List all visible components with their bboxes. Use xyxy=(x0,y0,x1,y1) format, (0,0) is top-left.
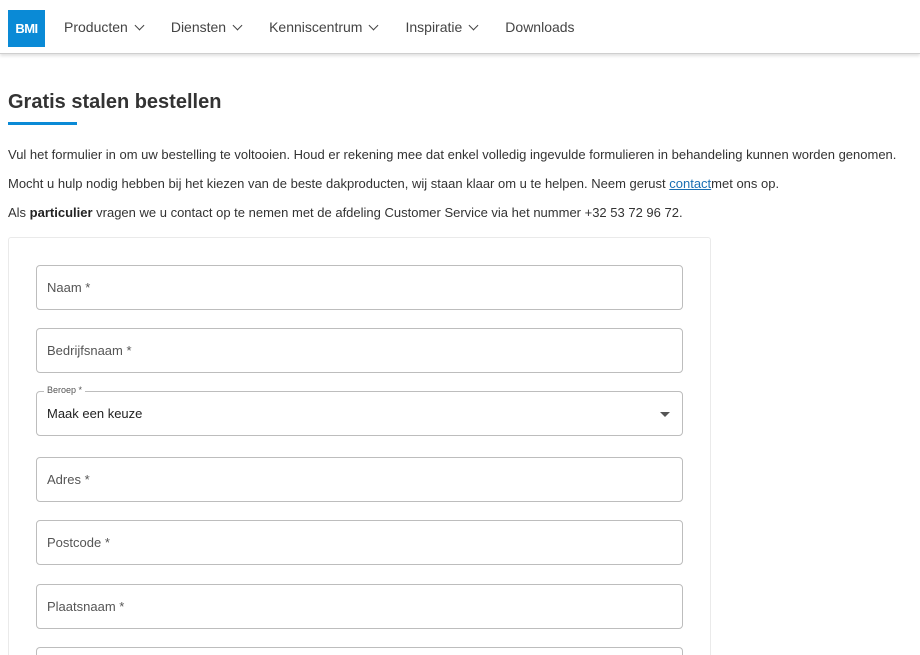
particulier-bold: particulier xyxy=(29,205,93,220)
bedrijfsnaam-input[interactable] xyxy=(37,329,682,372)
chevron-down-icon xyxy=(232,20,243,30)
nav-item-inspiratie[interactable]: Inspiratie xyxy=(405,19,479,35)
intro-paragraph-2: Mocht u hulp nodig hebben bij het kiezen… xyxy=(8,176,779,191)
beroep-select[interactable]: Beroep * Maak een keuze xyxy=(36,385,683,436)
naam-field[interactable] xyxy=(36,265,683,310)
postcode-field[interactable] xyxy=(36,520,683,565)
postcode-input[interactable] xyxy=(37,521,682,564)
nav-item-kenniscentrum[interactable]: Kenniscentrum xyxy=(269,19,379,35)
intro-paragraph-3: Als particulier vragen we u contact op t… xyxy=(8,205,683,220)
main-menu: Producten Diensten Kenniscentrum Inspira… xyxy=(64,0,603,54)
nav-item-label: Downloads xyxy=(505,19,575,35)
adres-field[interactable] xyxy=(36,457,683,502)
beroep-label: Beroep * xyxy=(44,385,86,395)
intro-paragraph-1: Vul het formulier in om uw bestelling te… xyxy=(8,147,897,162)
nav-item-diensten[interactable]: Diensten xyxy=(170,19,243,35)
bmi-logo[interactable]: BMI xyxy=(8,10,45,47)
intro-text: Mocht u hulp nodig hebben bij het kiezen… xyxy=(8,176,670,191)
nav-item-downloads[interactable]: Downloads xyxy=(505,19,574,35)
nav-item-label: Diensten xyxy=(170,19,227,35)
plaatsnaam-input[interactable] xyxy=(37,585,682,628)
chevron-down-icon xyxy=(134,20,145,30)
contact-link[interactable]: contact xyxy=(669,176,711,191)
intro-text: vragen we u contact op te nemen met de a… xyxy=(92,205,683,220)
intro-text: Als xyxy=(8,205,30,220)
chevron-down-icon xyxy=(468,20,479,30)
nav-item-label: Kenniscentrum xyxy=(269,19,363,35)
plaatsnaam-field[interactable] xyxy=(36,584,683,629)
chevron-down-icon xyxy=(369,20,379,30)
intro-text: met ons op. xyxy=(711,176,780,191)
page-title: Gratis stalen bestellen xyxy=(8,91,222,113)
nav-item-label: Producten xyxy=(64,19,128,35)
bedrijfsnaam-field[interactable] xyxy=(36,328,683,373)
next-field-partial[interactable] xyxy=(36,647,683,655)
naam-input[interactable] xyxy=(37,266,682,309)
top-navigation: BMI Producten Diensten Kenniscentrum Ins… xyxy=(0,0,920,54)
nav-item-label: Inspiratie xyxy=(405,19,463,35)
caret-down-icon xyxy=(660,412,670,417)
beroep-selected-value: Maak een keuze xyxy=(47,406,143,421)
title-underline xyxy=(8,122,77,125)
nav-item-producten[interactable]: Producten xyxy=(64,19,145,35)
adres-input[interactable] xyxy=(37,458,682,501)
